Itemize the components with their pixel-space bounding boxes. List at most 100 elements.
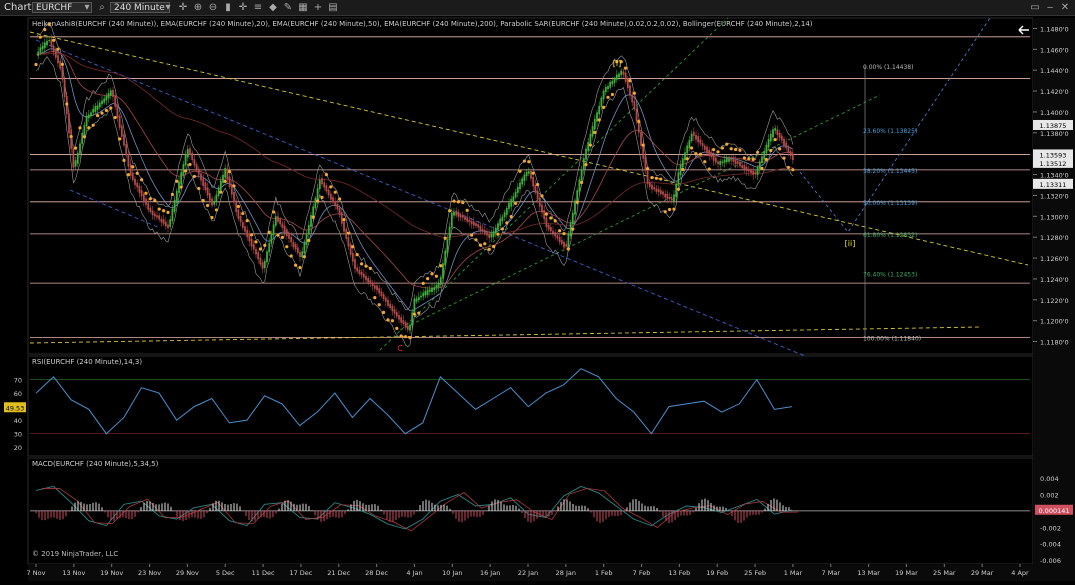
candle-body	[384, 297, 387, 302]
candle-body	[409, 324, 411, 331]
instrument-dropdown-icon[interactable]: ▾	[82, 2, 92, 13]
candle-body	[204, 182, 207, 190]
candle-body	[362, 273, 365, 278]
candle-body	[547, 224, 550, 230]
price-axis-label: 1.1280'0	[1040, 234, 1069, 242]
candle-body	[101, 100, 103, 105]
pen-icon[interactable]: ✎	[283, 2, 293, 13]
crosshair-icon[interactable]: ✛	[178, 2, 188, 13]
time-axis-label: 25 Feb	[744, 569, 766, 577]
sar-dot	[276, 233, 280, 237]
plus-icon[interactable]: +	[313, 2, 323, 13]
bar-style-icon[interactable]: ▮	[223, 2, 233, 13]
rsi-panel[interactable]	[27, 355, 1034, 457]
rsi-axis-label: 20	[14, 444, 22, 452]
candle-body	[494, 227, 497, 234]
price-axis-label: 1.1380'0	[1040, 130, 1069, 138]
candle-body	[783, 138, 785, 146]
chart-tab[interactable]: Chart	[4, 2, 31, 13]
grid-icon[interactable]: ▦	[298, 2, 308, 13]
sar-dot	[562, 231, 566, 236]
candle-body	[677, 172, 680, 186]
sar-dot	[197, 186, 201, 191]
candle-body	[347, 237, 350, 247]
timeframe-dropdown-icon[interactable]: ▾	[163, 2, 173, 13]
candle-body	[459, 214, 462, 218]
minimize-icon[interactable]: ‒	[1045, 2, 1055, 13]
search-icon[interactable]: ⌕	[97, 2, 107, 13]
candle-body	[277, 216, 279, 222]
sar-dot	[390, 319, 394, 323]
candle-body	[470, 221, 473, 225]
candle-body	[43, 42, 46, 49]
sar-dot	[69, 134, 73, 139]
time-axis-label: 29 Mar	[971, 569, 994, 577]
properties-icon[interactable]: ≡	[253, 2, 263, 13]
sar-dot	[452, 199, 456, 203]
candle-body	[486, 232, 488, 236]
price-tag-label: 1.13512	[1040, 160, 1067, 168]
candle-body	[354, 259, 356, 269]
time-axis-label: 13 Nov	[62, 569, 85, 577]
candle-body	[136, 182, 139, 188]
data-box-icon[interactable]: ▤	[328, 2, 338, 13]
layout-icon[interactable]: ▭	[1030, 2, 1040, 13]
sar-dot	[544, 212, 549, 216]
sar-dot	[148, 197, 152, 201]
sar-dot	[342, 218, 346, 222]
sar-dot	[430, 272, 434, 276]
candle-body	[389, 303, 392, 309]
candle-body	[257, 252, 260, 260]
candle-body	[349, 244, 352, 255]
candle-body	[475, 223, 477, 226]
candle-body	[772, 129, 774, 138]
sar-dot	[214, 208, 218, 212]
candle-body	[519, 182, 521, 190]
candle-body	[400, 317, 403, 323]
candle-body	[765, 144, 768, 154]
sar-dot	[725, 142, 729, 146]
sar-dot	[500, 227, 504, 231]
time-axis-label: 19 Feb	[706, 569, 728, 577]
chart-area[interactable]: HeikenAshi8(EURCHF (240 Minute)), EMA(EU…	[0, 16, 1075, 581]
candle-body	[763, 150, 766, 160]
strategy-icon[interactable]: ◆	[268, 2, 278, 13]
sar-dot	[206, 203, 210, 208]
sar-dot	[496, 232, 500, 236]
candle-body	[230, 184, 233, 195]
candle-body	[272, 224, 275, 236]
zoom-out-icon[interactable]: ⊖	[208, 2, 218, 13]
time-axis-label: 29 Nov	[176, 569, 199, 577]
candle-body	[360, 272, 363, 276]
sar-dot	[540, 194, 544, 198]
candle-body	[114, 95, 117, 107]
candle-body	[503, 212, 506, 218]
candle-body	[217, 187, 220, 196]
wave-label: [i]	[613, 59, 621, 68]
candle-body	[105, 96, 108, 101]
candle-body	[259, 257, 262, 265]
close-icon[interactable]: ✕	[1060, 2, 1070, 13]
zoom-in-icon[interactable]: ⊕	[193, 2, 203, 13]
sar-dot	[558, 229, 562, 233]
candle-body	[182, 164, 185, 176]
candle-body	[543, 210, 546, 220]
candle-body	[41, 45, 44, 50]
candle-body	[118, 115, 121, 128]
price-legend: HeikenAshi8(EURCHF (240 Minute)), EMA(EU…	[32, 20, 813, 28]
candle-body	[138, 185, 141, 193]
sar-dot	[676, 187, 681, 191]
sar-dot	[764, 157, 769, 162]
candle-body	[219, 180, 222, 191]
candle-body	[59, 60, 62, 69]
timeframe-selector[interactable]: 240 Minute	[110, 2, 170, 13]
chart-svg[interactable]: HeikenAshi8(EURCHF (240 Minute)), EMA(EU…	[0, 16, 1075, 581]
candle-body	[378, 288, 381, 294]
draw-tools-icon[interactable]: ✛	[238, 2, 248, 13]
candle-body	[281, 223, 284, 228]
sar-dot	[773, 137, 777, 142]
candle-body	[191, 152, 194, 160]
candle-body	[417, 297, 420, 301]
candle-body	[268, 243, 271, 253]
sar-dot	[760, 166, 764, 170]
